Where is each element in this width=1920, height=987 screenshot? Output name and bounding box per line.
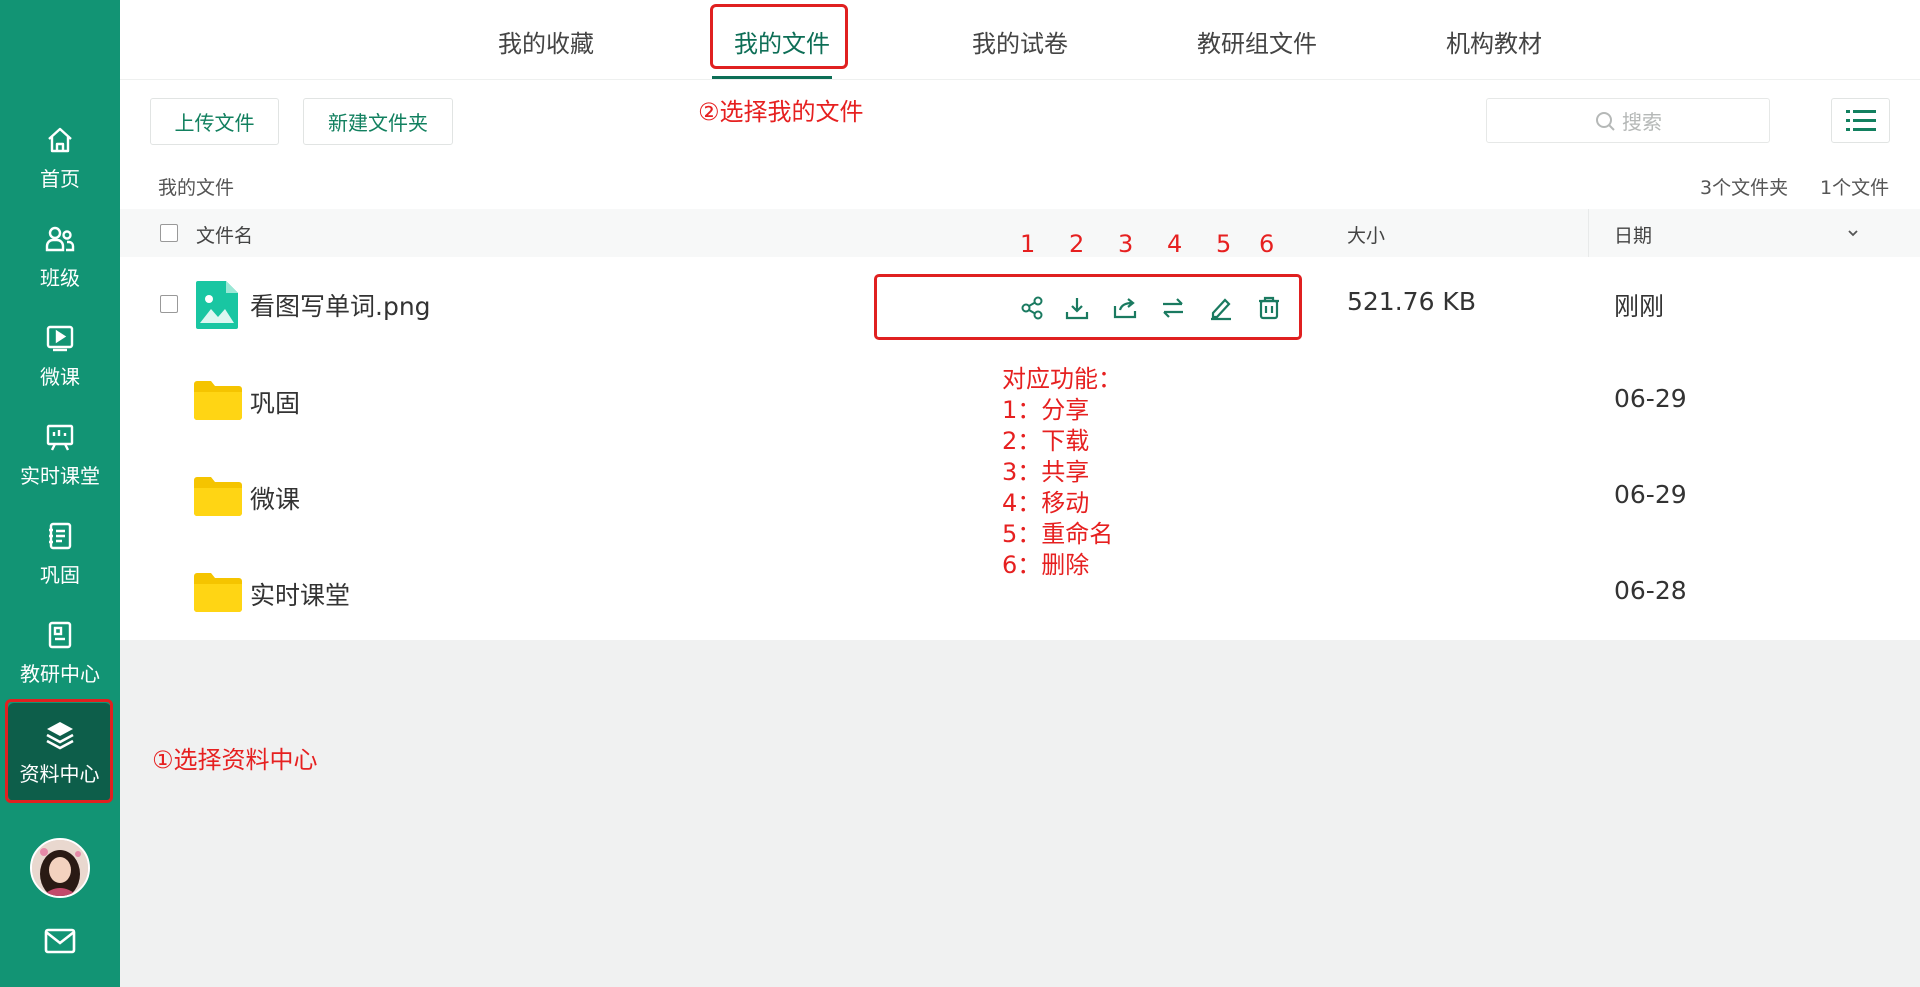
file-count: 1个文件 xyxy=(1820,177,1890,199)
upload-file-button[interactable]: 上传文件 xyxy=(150,98,279,145)
annotation-number-4: 4 xyxy=(1167,230,1183,258)
search-placeholder: 搜索 xyxy=(1622,110,1662,134)
image-file-icon xyxy=(196,281,238,329)
delete-icon[interactable] xyxy=(1254,293,1284,323)
row-checkbox[interactable] xyxy=(160,295,178,313)
notebook-icon xyxy=(43,519,77,553)
sidebar-item-live-class[interactable]: 实时课堂 xyxy=(0,409,120,499)
annotation-number-1: 1 xyxy=(1020,230,1036,258)
column-header-date[interactable]: 日期 xyxy=(1614,221,1652,248)
mail-icon[interactable] xyxy=(43,926,77,956)
sidebar-item-label: 实时课堂 xyxy=(20,463,100,488)
folder-name[interactable]: 巩固 xyxy=(250,384,300,420)
annotation-number-5: 5 xyxy=(1216,230,1232,258)
annotation-legend: 对应功能： 1：分享 2：下载 3：共享 4：移动 5：重命名 6：删除 xyxy=(1002,364,1122,581)
folder-count: 3个文件夹 xyxy=(1700,177,1789,199)
legend-line: 5：重命名 xyxy=(1002,520,1114,548)
forward-icon[interactable] xyxy=(1110,293,1140,323)
sidebar-item-label: 巩固 xyxy=(40,562,80,587)
legend-line: 6：删除 xyxy=(1002,551,1090,579)
tab-favorites[interactable]: 我的收藏 xyxy=(498,24,594,59)
folder-icon xyxy=(194,573,242,612)
legend-line: 对应功能： xyxy=(1002,365,1122,393)
sidebar-item-label: 教研中心 xyxy=(20,661,100,686)
annotation-number-2: 2 xyxy=(1069,230,1085,258)
annotation-box-my-files xyxy=(710,4,848,69)
select-all-checkbox[interactable] xyxy=(160,224,178,242)
legend-line: 3：共享 xyxy=(1002,458,1090,486)
column-header-size: 大小 xyxy=(1347,225,1386,247)
tab-my-papers[interactable]: 我的试卷 xyxy=(972,24,1068,59)
search-input[interactable]: 搜索 xyxy=(1486,98,1770,143)
sidebar: 首页 班级 微课 实时课堂 巩固 教研中心 资料中心 xyxy=(0,0,120,987)
tab-institution-materials[interactable]: 机构教材 xyxy=(1446,24,1542,59)
folder-name[interactable]: 实时课堂 xyxy=(250,576,350,612)
chevron-down-icon[interactable] xyxy=(1846,227,1860,239)
sidebar-item-label: 首页 xyxy=(40,166,80,191)
column-divider xyxy=(1588,209,1589,257)
sidebar-item-class[interactable]: 班级 xyxy=(0,211,120,301)
active-tab-indicator xyxy=(712,76,832,79)
download-icon[interactable] xyxy=(1062,293,1092,323)
sidebar-item-label: 微课 xyxy=(40,364,80,389)
file-size: 521.76 KB xyxy=(1347,287,1476,316)
folder-icon xyxy=(194,381,242,420)
file-name[interactable]: 看图写单词.png xyxy=(250,287,431,323)
sidebar-item-microlesson[interactable]: 微课 xyxy=(0,310,120,400)
share-icon[interactable] xyxy=(1017,293,1047,323)
video-icon xyxy=(43,321,77,355)
tab-bar: 我的收藏 我的文件 我的试卷 教研组文件 机构教材 xyxy=(120,0,1920,80)
sidebar-item-consolidate[interactable]: 巩固 xyxy=(0,508,120,598)
annotation-box-resource-center xyxy=(5,699,113,803)
tab-research-group-files[interactable]: 教研组文件 xyxy=(1197,24,1317,59)
file-date: 刚刚 xyxy=(1614,292,1665,321)
legend-line: 1：分享 xyxy=(1002,396,1090,424)
folder-icon xyxy=(194,477,242,516)
legend-line: 4：移动 xyxy=(1002,489,1090,517)
sidebar-item-research[interactable]: 教研中心 xyxy=(0,607,120,697)
folder-name[interactable]: 微课 xyxy=(250,480,300,516)
list-view-button[interactable] xyxy=(1831,98,1890,143)
sidebar-item-home[interactable]: 首页 xyxy=(0,112,120,202)
folder-date: 06-29 xyxy=(1614,384,1687,413)
legend-line: 2：下载 xyxy=(1002,427,1090,455)
classroom-icon xyxy=(43,420,77,454)
annotation-step-2: ②选择我的文件 xyxy=(698,98,864,126)
users-icon xyxy=(43,222,77,256)
rename-icon[interactable] xyxy=(1206,293,1236,323)
sidebar-item-label: 班级 xyxy=(40,265,80,290)
move-icon[interactable] xyxy=(1158,293,1188,323)
book-icon xyxy=(43,618,77,652)
avatar[interactable] xyxy=(30,838,90,898)
annotation-step-1: ①选择资料中心 xyxy=(152,746,318,774)
annotation-number-3: 3 xyxy=(1118,230,1134,258)
folder-date: 06-29 xyxy=(1614,480,1687,509)
home-icon xyxy=(43,123,77,157)
folder-date: 06-28 xyxy=(1614,576,1687,605)
search-icon xyxy=(1596,111,1615,131)
list-icon xyxy=(1845,109,1876,131)
breadcrumb: 我的文件 xyxy=(158,177,235,199)
column-header-name: 文件名 xyxy=(196,225,254,247)
new-folder-button[interactable]: 新建文件夹 xyxy=(303,98,453,145)
annotation-number-6: 6 xyxy=(1259,230,1275,258)
